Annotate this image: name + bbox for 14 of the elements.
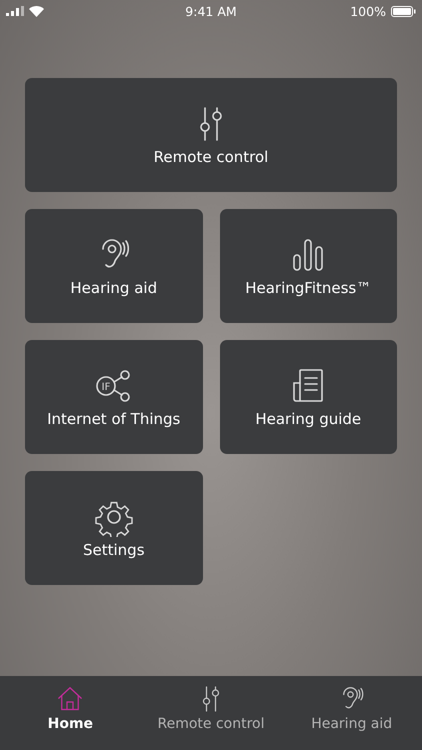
wifi-icon: [29, 6, 44, 16]
tab[interactable]: Remote control: [140, 676, 282, 750]
tab[interactable]: Hearing aid: [281, 676, 422, 750]
battery-percent: 100%: [350, 4, 386, 18]
clock-time: 9:41 AM: [185, 4, 237, 18]
tile-button[interactable]: Hearing aid: [25, 209, 202, 323]
tile-button[interactable]: HearingFitness™: [220, 209, 397, 323]
tile-button[interactable]: Settings: [25, 471, 202, 585]
battery-icon: [390, 6, 416, 16]
signal-icon: [6, 6, 24, 16]
tile-button[interactable]: IF Internet of Things: [25, 340, 202, 454]
tile-button[interactable]: Hearing guide: [220, 340, 397, 454]
tab[interactable]: Home: [0, 676, 141, 750]
tile-button[interactable]: Remote control: [25, 78, 397, 192]
